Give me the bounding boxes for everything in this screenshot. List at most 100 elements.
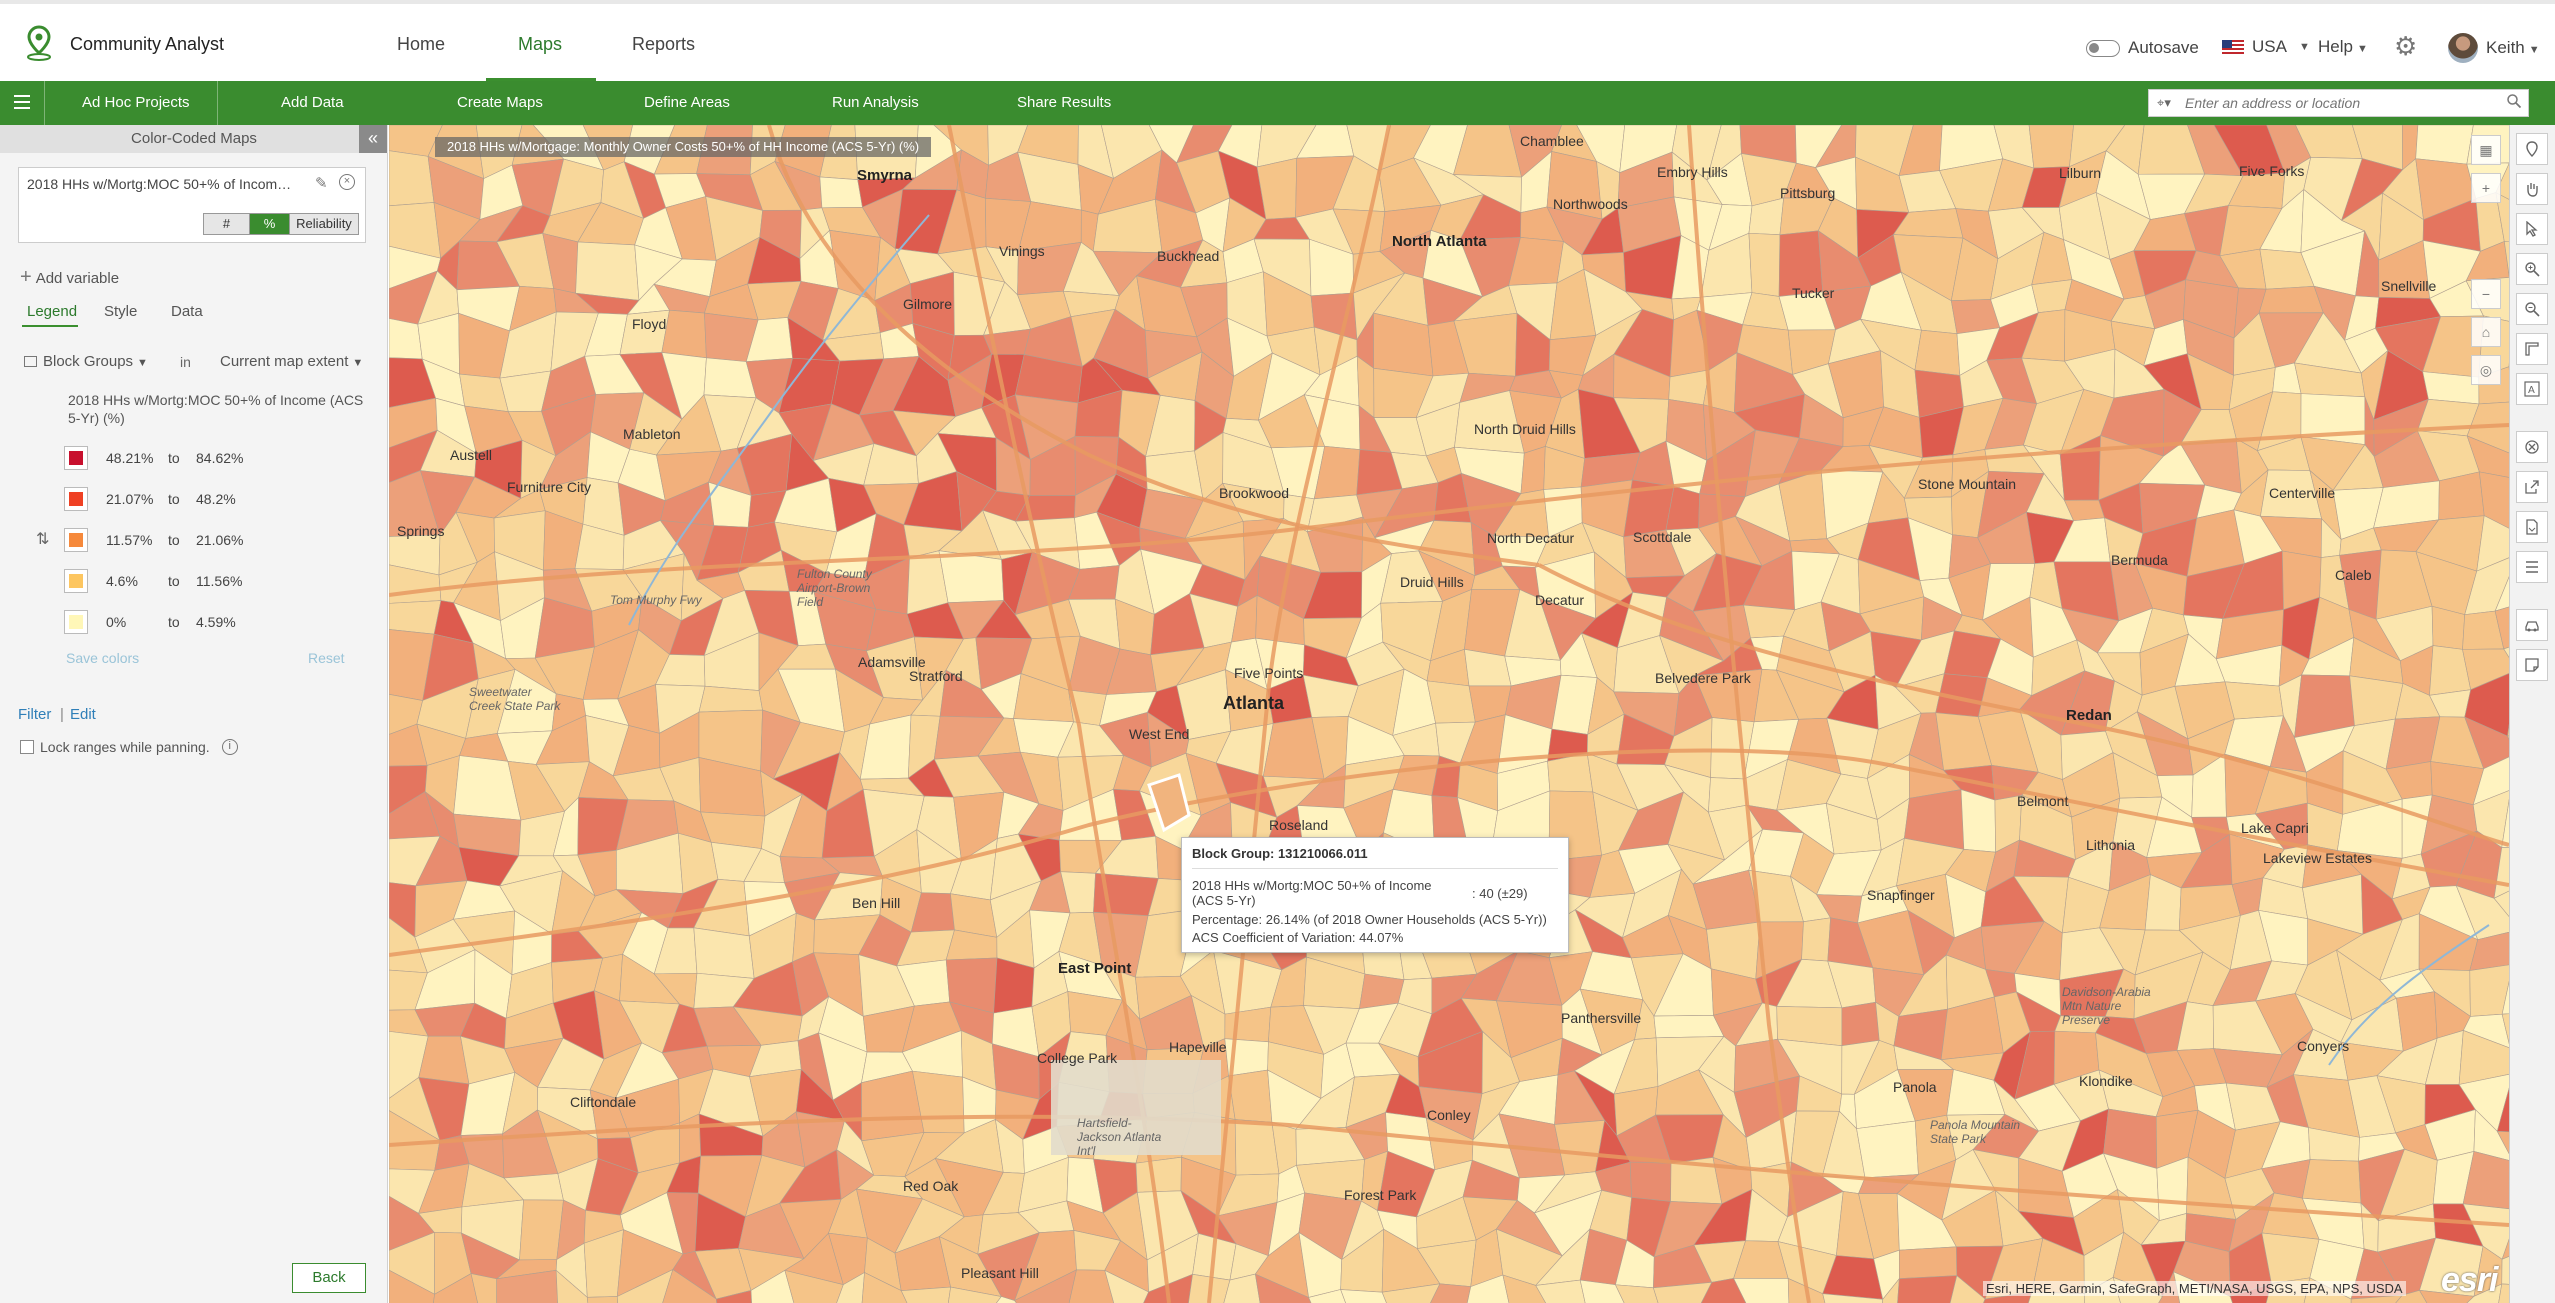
legend-to: to <box>168 532 180 548</box>
text-annotation-icon[interactable]: A <box>2516 373 2548 405</box>
display-percent-button[interactable]: % <box>250 214 290 234</box>
toolbar-share-results[interactable]: Share Results <box>1017 94 1111 111</box>
export-icon[interactable] <box>2516 471 2548 503</box>
toolbar-ad-hoc-projects[interactable]: Ad Hoc Projects <box>82 94 190 111</box>
place-label: Atlanta <box>1223 693 1285 713</box>
zoom-in-icon[interactable]: + <box>2471 173 2501 203</box>
chevron-down-icon: ▼ <box>2528 44 2540 56</box>
legend-swatch[interactable] <box>64 487 88 511</box>
legend-swatch[interactable] <box>64 446 88 470</box>
tab-legend[interactable]: Legend <box>27 303 77 320</box>
print-document-icon[interactable] <box>2516 511 2548 543</box>
toolbar-divider <box>217 81 218 125</box>
block-group-polygon <box>519 1199 564 1261</box>
home-icon[interactable]: ⌂ <box>2471 317 2501 347</box>
zoom-out-tool-icon[interactable] <box>2516 293 2548 325</box>
pencil-icon[interactable]: ✎ <box>315 174 328 192</box>
pan-hand-icon[interactable] <box>2516 173 2548 205</box>
back-button[interactable]: Back <box>292 1263 366 1293</box>
block-group-polygon <box>389 600 442 635</box>
block-group-polygon <box>1960 789 1996 853</box>
block-group-polygon <box>1801 917 1831 962</box>
block-group-polygon <box>1520 445 1546 494</box>
location-pin-icon[interactable]: ⌖▾ <box>2157 95 2171 111</box>
popup-divider <box>1192 868 1558 869</box>
nav-home[interactable]: Home <box>397 34 445 55</box>
lock-ranges-checkbox[interactable] <box>20 740 34 754</box>
legend-swatch[interactable] <box>64 610 88 634</box>
autosave-label: Autosave <box>2128 38 2199 57</box>
edit-link[interactable]: Edit <box>70 706 96 723</box>
legend-min: 21.07% <box>106 491 154 507</box>
extent-selector[interactable]: Current map extent ▼ <box>220 353 363 370</box>
place-label: Floyd <box>632 316 667 332</box>
country-selector[interactable]: USA ▼ <box>2222 37 2310 57</box>
toolbar-define-areas[interactable]: Define Areas <box>644 94 730 111</box>
place-label: North Atlanta <box>1392 233 1487 250</box>
place-label: Lithonia <box>2086 837 2136 853</box>
clear-icon[interactable] <box>2516 431 2548 463</box>
toolbar-create-maps[interactable]: Create Maps <box>457 94 543 111</box>
legend-to: to <box>168 614 180 630</box>
nav-reports[interactable]: Reports <box>632 34 695 55</box>
block-group-polygon <box>698 685 763 713</box>
basemap-gallery-icon[interactable]: ▦ <box>2471 135 2501 165</box>
info-icon[interactable]: i <box>221 739 238 755</box>
zoom-in-tool-icon[interactable] <box>2516 253 2548 285</box>
zoom-out-icon[interactable]: − <box>2471 279 2501 309</box>
swap-order-icon[interactable]: ⇅ <box>36 529 49 549</box>
legend-swatch[interactable] <box>64 528 88 552</box>
collapse-panel-icon[interactable]: « <box>359 125 387 153</box>
close-icon[interactable]: × <box>339 174 355 190</box>
select-arrow-icon[interactable] <box>2516 213 2548 245</box>
toolbar-add-data[interactable]: Add Data <box>281 94 344 111</box>
choropleth-map[interactable]: 2018 HHs w/Mortgage: Monthly Owner Costs… <box>389 125 2509 1303</box>
geography-selector[interactable]: Block Groups ▼ <box>24 353 148 370</box>
place-label: East Point <box>1058 960 1132 977</box>
legend-min: 11.57% <box>106 532 153 548</box>
user-menu[interactable]: Keith ▼ <box>2486 38 2540 58</box>
note-icon[interactable] <box>2516 649 2548 681</box>
locate-icon[interactable]: ◎ <box>2471 355 2501 385</box>
place-label: Pittsburg <box>1780 185 1836 201</box>
display-count-button[interactable]: # <box>204 214 250 234</box>
measure-icon[interactable] <box>2516 333 2548 365</box>
chevron-down-icon: ▼ <box>2298 41 2310 53</box>
drive-time-car-icon[interactable] <box>2516 609 2548 641</box>
autosave-toggle[interactable]: Autosave <box>2086 38 2199 58</box>
place-label: Davidson-Arabia Mtn Nature Preserve <box>2062 985 2151 1027</box>
block-group-polygon <box>389 318 423 360</box>
place-label: North Druid Hills <box>1474 421 1576 437</box>
hamburger-menu-icon[interactable] <box>14 95 30 109</box>
add-variable-button[interactable]: + Add variable <box>20 266 119 289</box>
location-search: ⌖▾ <box>2148 89 2529 117</box>
place-label: Gilmore <box>903 296 953 312</box>
display-reliability-button[interactable]: Reliability <box>290 214 358 234</box>
place-label: Hapeville <box>1169 1039 1227 1055</box>
pin-tool-icon[interactable] <box>2516 133 2548 165</box>
tab-style[interactable]: Style <box>104 303 137 320</box>
block-group-polygon <box>661 309 707 359</box>
map-canvas[interactable] <box>389 125 2509 1303</box>
place-label: Austell <box>450 447 493 463</box>
legend-swatch[interactable] <box>64 569 88 593</box>
toolbar-divider <box>44 81 45 125</box>
reset-link[interactable]: Reset <box>308 650 345 666</box>
place-label: Pleasant Hill <box>961 1265 1039 1281</box>
place-label: Klondike <box>2079 1073 2133 1089</box>
list-icon[interactable] <box>2516 551 2548 583</box>
place-label: Conley <box>1427 1107 1471 1123</box>
tab-data[interactable]: Data <box>171 303 203 320</box>
search-icon[interactable] <box>2506 93 2522 109</box>
lock-ranges-label: Lock ranges while panning. <box>40 739 210 755</box>
save-colors-link[interactable]: Save colors <box>66 650 139 666</box>
help-menu[interactable]: Help ▼ <box>2318 37 2368 57</box>
location-search-input[interactable] <box>2185 93 2485 113</box>
avatar[interactable] <box>2448 33 2478 63</box>
gear-icon[interactable]: ⚙ <box>2394 33 2417 59</box>
filter-link[interactable]: Filter <box>18 706 51 723</box>
toolbar-run-analysis[interactable]: Run Analysis <box>832 94 919 111</box>
legend-to: to <box>168 573 180 589</box>
nav-maps[interactable]: Maps <box>518 34 562 55</box>
variable-name[interactable]: 2018 HHs w/Mortg:MOC 50+% of Income (ACS… <box>27 176 297 192</box>
